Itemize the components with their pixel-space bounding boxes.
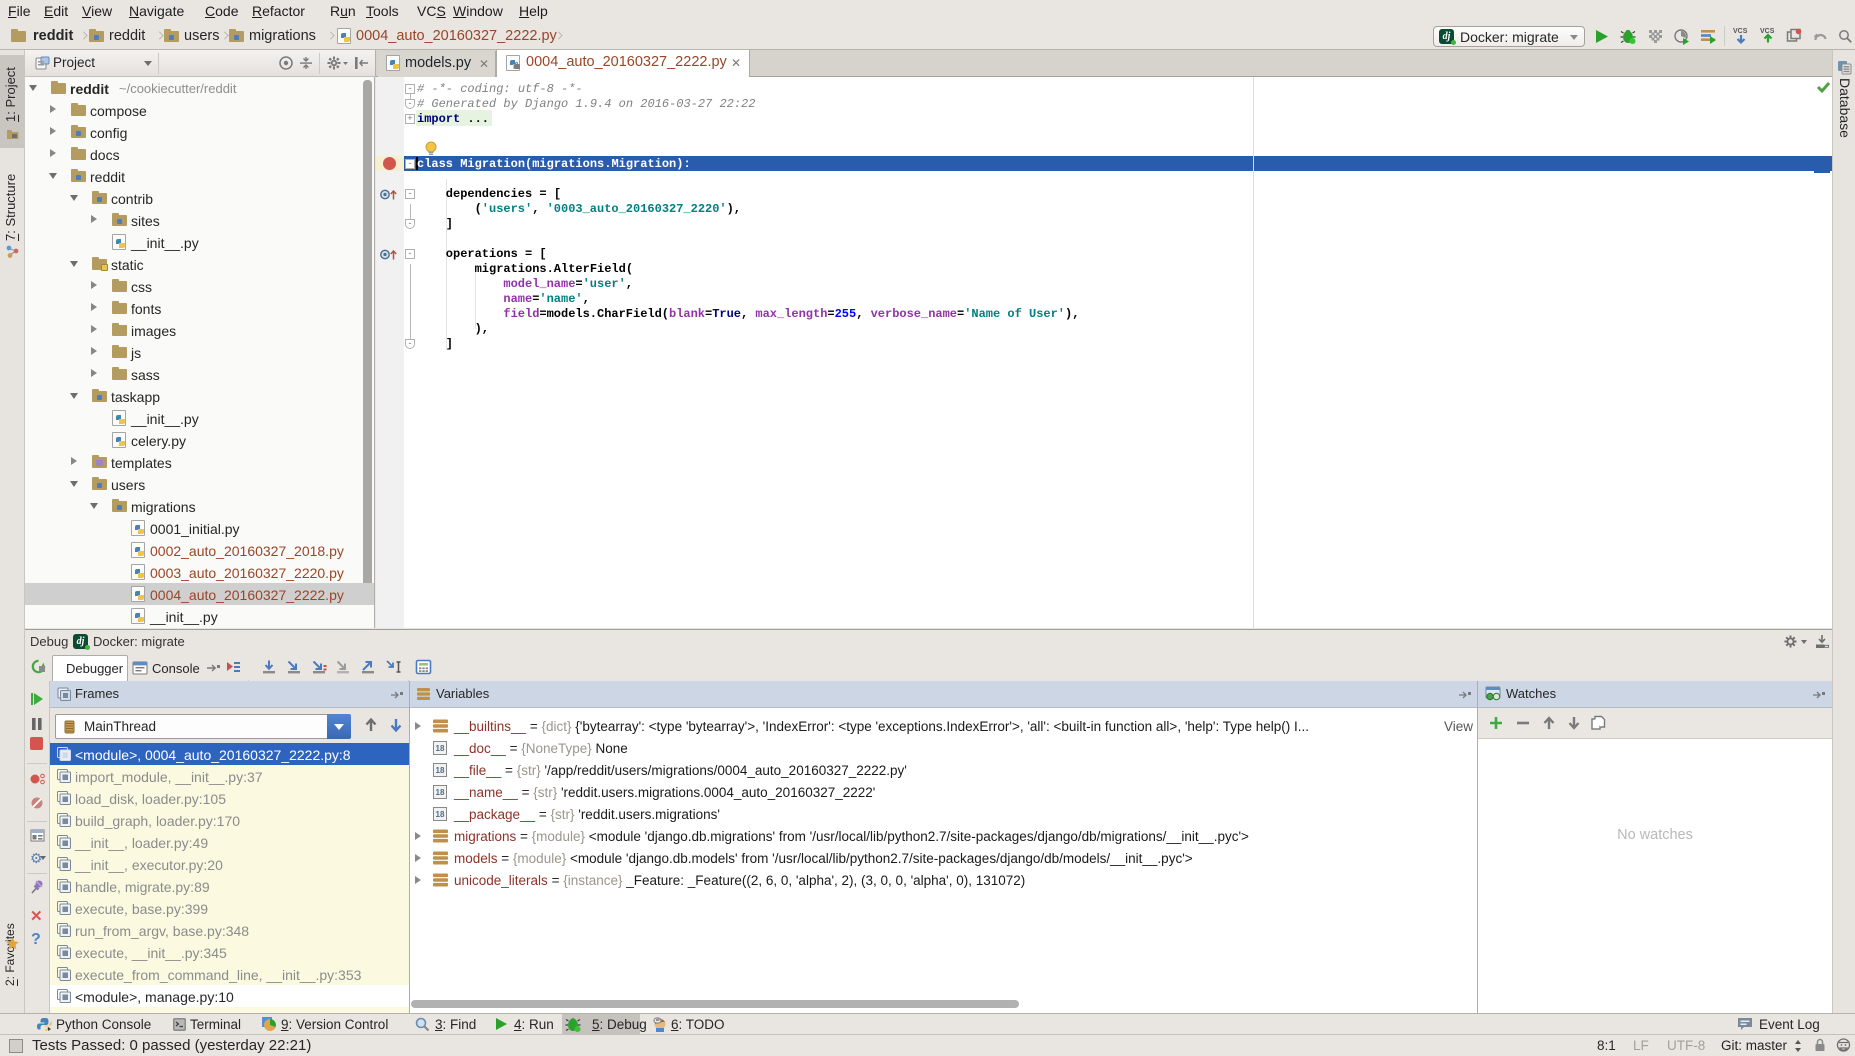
svg-text:VCS: VCS [1733, 28, 1748, 35]
svg-text:VCS: VCS [1760, 28, 1775, 35]
